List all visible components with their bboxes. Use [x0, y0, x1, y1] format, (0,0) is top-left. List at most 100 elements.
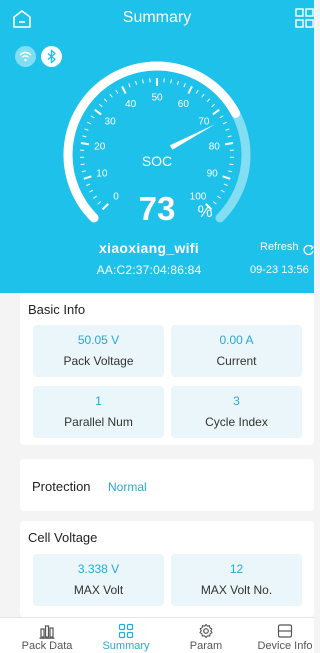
bottom-tab-bar: Pack Data Summary Param Device Info	[0, 617, 314, 653]
gauge-tick-label: 10	[96, 168, 108, 179]
tab-pack-data-label: Pack Data	[8, 640, 86, 652]
gauge-tick-label: 100	[190, 192, 207, 203]
scan-icon	[295, 8, 314, 28]
tab-summary[interactable]: Summary	[87, 618, 165, 653]
gauge-major-tick	[122, 86, 126, 93]
gauge-major-tick	[103, 204, 109, 210]
pack-voltage-tile: 50.05 V Pack Voltage	[33, 325, 164, 377]
parallel-num-tile: 1 Parallel Num	[33, 386, 164, 438]
gauge-major-tick	[81, 143, 89, 144]
gauge-minor-tick	[87, 122, 91, 124]
gauge-minor-tick	[220, 116, 223, 118]
pack-voltage-value: 50.05 V	[33, 333, 164, 347]
gauge-tick-label: 30	[105, 116, 117, 127]
cycle-index-value: 3	[171, 394, 302, 408]
gauge-minor-tick	[143, 79, 144, 83]
gauge-minor-tick	[217, 196, 220, 198]
gauge-minor-tick	[81, 164, 85, 165]
max-volt-no-tile: 12 MAX Volt No.	[171, 554, 302, 606]
gauge-minor-tick	[196, 90, 198, 93]
gauge-tick-label: 50	[151, 93, 163, 104]
protection-label: Protection	[32, 479, 91, 494]
max-volt-tile: 3.338 V MAX Volt	[33, 554, 164, 606]
max-volt-no-value: 12	[171, 562, 302, 576]
cell-voltage-title: Cell Voltage	[28, 530, 97, 545]
basic-info-title: Basic Info	[28, 302, 85, 317]
gauge-minor-tick	[207, 99, 210, 102]
gauge-minor-tick	[184, 83, 185, 87]
parallel-num-value: 1	[33, 394, 164, 408]
current-tile: 0.00 A Current	[171, 325, 302, 377]
parallel-num-label: Parallel Num	[33, 415, 164, 429]
tab-device-info[interactable]: Device Info	[246, 618, 320, 653]
current-value: 0.00 A	[171, 333, 302, 347]
gauge-minor-tick	[224, 184, 228, 186]
max-volt-no-label: MAX Volt No.	[171, 583, 302, 597]
gear-icon	[198, 623, 214, 639]
current-label: Current	[171, 354, 302, 368]
gauge-minor-tick	[82, 136, 86, 137]
gauge-tick-label: 80	[209, 141, 221, 152]
tab-param[interactable]: Param	[167, 618, 245, 653]
gauge-tick-label: 40	[125, 99, 137, 110]
tab-param-label: Param	[167, 640, 245, 652]
gauge-major-tick	[84, 176, 92, 178]
gauge-minor-tick	[104, 99, 107, 102]
gauge-minor-tick	[202, 94, 204, 97]
gauge-minor-tick	[85, 129, 89, 130]
gauge-minor-tick	[116, 90, 118, 93]
cell-voltage-card: Cell Voltage 3.338 V MAX Volt 12 MAX Vol…	[20, 521, 314, 617]
protection-card: Protection Normal	[20, 459, 314, 511]
gauge-minor-tick	[212, 104, 215, 107]
gauge-minor-tick	[110, 94, 112, 97]
update-time: 09-23 13:56	[250, 264, 314, 276]
gauge-tick-label: 90	[207, 168, 219, 179]
gauge-minor-tick	[171, 79, 172, 83]
cycle-index-label: Cycle Index	[171, 415, 302, 429]
soc-value: 73	[139, 190, 176, 227]
scan-button[interactable]	[295, 8, 314, 28]
protection-status: Normal	[108, 480, 147, 494]
max-volt-label: MAX Volt	[33, 583, 164, 597]
gauge-minor-tick	[90, 190, 94, 192]
gauge-minor-tick	[213, 202, 216, 205]
gauge-minor-tick	[229, 164, 233, 165]
page-title: Summary	[0, 9, 314, 27]
gauge-tick-label: 60	[178, 99, 190, 110]
gauge-minor-tick	[226, 129, 230, 130]
gauge-minor-tick	[228, 136, 232, 137]
pack-voltage-label: Pack Voltage	[33, 354, 164, 368]
gauge-major-tick	[223, 176, 231, 178]
gauge-tick-label: 0	[113, 192, 119, 203]
refresh-icon[interactable]	[302, 243, 314, 255]
gauge-minor-tick	[221, 190, 225, 192]
soc-unit: %	[197, 202, 212, 221]
gauge-minor-tick	[136, 81, 137, 85]
gauge-minor-tick	[177, 81, 178, 85]
gauge-major-tick	[213, 110, 219, 115]
gauge-minor-tick	[86, 184, 90, 186]
gauge-minor-tick	[93, 196, 96, 198]
cycle-index-tile: 3 Cycle Index	[171, 386, 302, 438]
gauge-tick-label: 70	[198, 116, 210, 127]
gauge-minor-tick	[129, 83, 130, 87]
grid-icon	[118, 623, 134, 639]
gauge-minor-tick	[98, 202, 101, 205]
soc-gauge: 0 10 20 30 40 50 60 70 80 90 100 SOC 73 %	[0, 40, 314, 235]
gauge-minor-tick	[99, 104, 102, 107]
tab-pack-data[interactable]: Pack Data	[8, 618, 86, 653]
max-volt-value: 3.338 V	[33, 562, 164, 576]
tab-device-info-label: Device Info	[246, 640, 320, 652]
gauge-minor-tick	[223, 122, 227, 124]
bar-chart-icon	[39, 623, 55, 639]
gauge-label: SOC	[142, 153, 172, 169]
tab-summary-label: Summary	[87, 640, 165, 652]
gauge-minor-tick	[82, 171, 86, 172]
basic-info-card: Basic Info 50.05 V Pack Voltage 0.00 A C…	[20, 293, 314, 445]
summary-header: Summary 0102030405060708090100 SOC 73 % …	[0, 0, 314, 293]
device-icon	[277, 623, 293, 639]
gauge-major-tick	[188, 86, 192, 93]
gauge-major-tick	[95, 110, 101, 115]
gauge-tick-label: 20	[94, 141, 106, 152]
refresh-button[interactable]: Refresh	[260, 241, 299, 253]
